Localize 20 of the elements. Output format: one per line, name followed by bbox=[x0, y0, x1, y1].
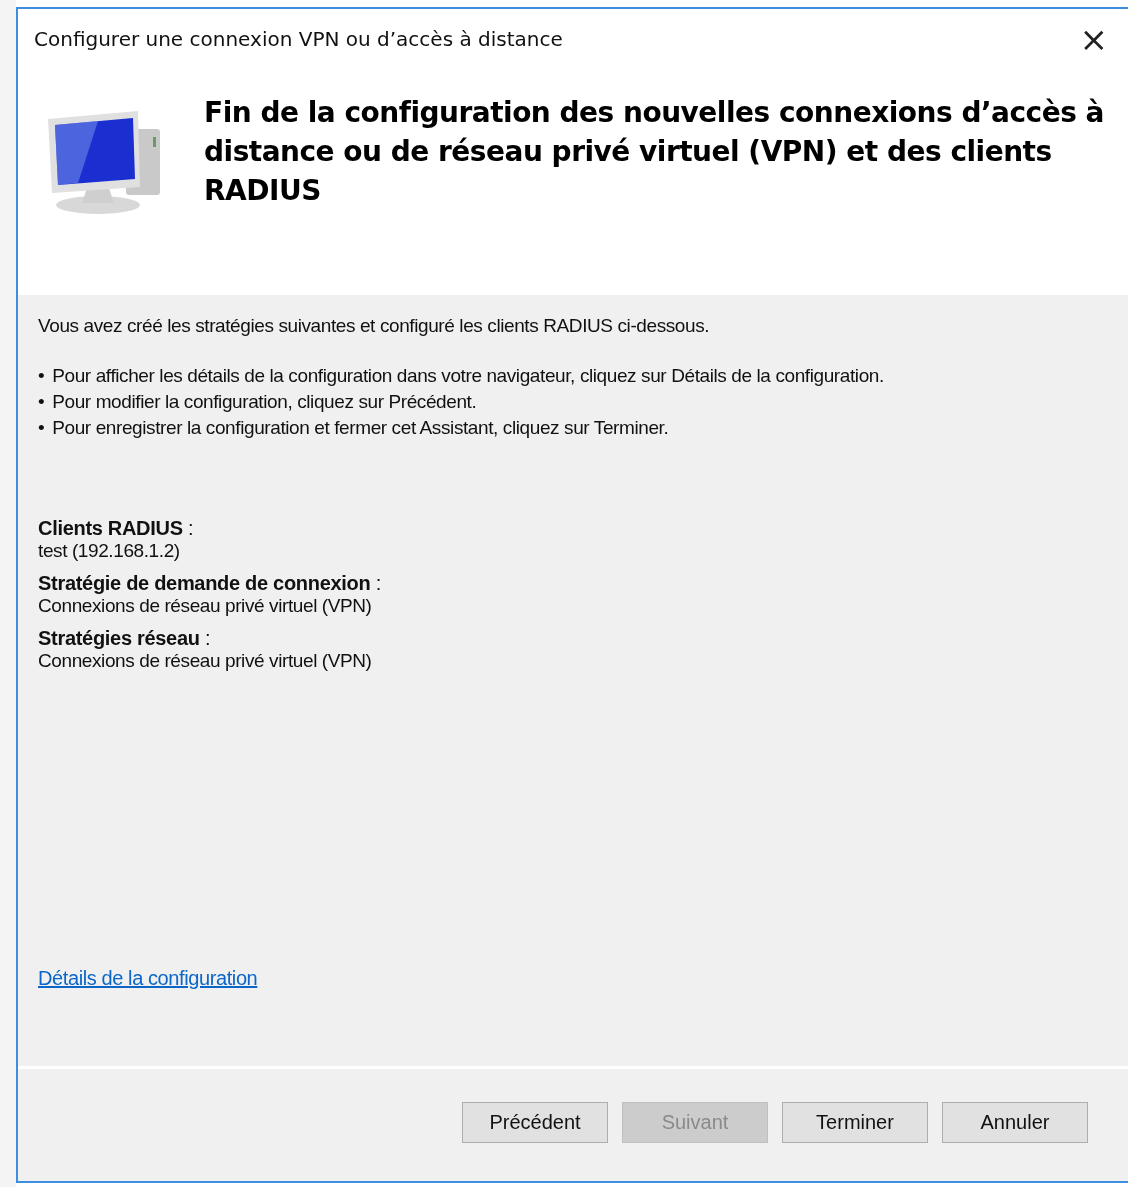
summary-label: Stratégie de demande de connexion : bbox=[38, 572, 382, 595]
instruction-text: Pour modifier la configuration, cliquez sur Précédent. bbox=[52, 390, 477, 414]
close-button[interactable]: × bbox=[1073, 22, 1114, 56]
bullet-mark: • bbox=[38, 364, 45, 388]
summary-value: test (192.168.1.2) bbox=[38, 540, 181, 562]
wizard-button[interactable]: Annuler bbox=[942, 1101, 1088, 1143]
summary-value: Connexions de réseau privé virtuel (VPN) bbox=[38, 595, 373, 617]
bullet-mark: • bbox=[38, 416, 45, 440]
summary-value: Connexions de réseau privé virtuel (VPN) bbox=[38, 650, 373, 672]
window-title: Configurer une connexion VPN ou d’accès à distance bbox=[34, 27, 563, 51]
instruction-text: Pour enregistrer la configuration et fermer cet Assistant, cliquez sur Terminer. bbox=[52, 416, 669, 440]
bullet-mark: • bbox=[38, 390, 45, 414]
intro-text: Vous avez créé les stratégies suivantes et configuré les clients RADIUS ci-dessous. bbox=[38, 315, 711, 337]
wizard-button[interactable]: Terminer bbox=[782, 1101, 928, 1143]
summary-label: Clients RADIUS : bbox=[38, 517, 195, 540]
instruction-text: Pour afficher les détails de la configuration dans votre navigateur, cliquez sur Détails de la configuration. bbox=[52, 364, 884, 388]
page-heading: Fin de la configuration des nouvelles connexions d’accès à distance ou de réseau privé virtuel (VPN) et des clients RADIUS bbox=[204, 95, 1105, 209]
summary-label: Stratégies réseau : bbox=[38, 627, 212, 650]
wizard-button[interactable]: Précédent bbox=[462, 1101, 608, 1143]
details-link[interactable]: Détails de la configuration bbox=[38, 967, 258, 990]
